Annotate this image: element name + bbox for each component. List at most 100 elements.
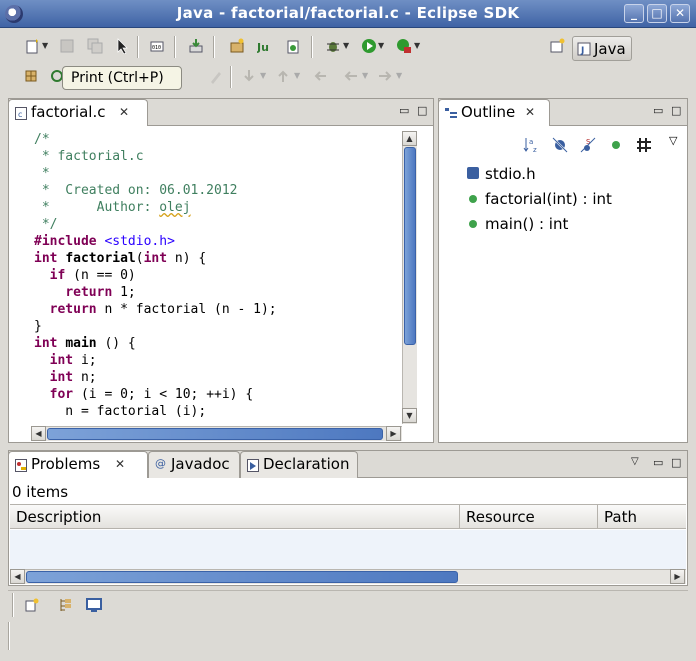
code-line[interactable]: return 1; — [34, 284, 403, 301]
code-editor[interactable]: /* * factorial.c * * Created on: 06.01.2… — [23, 131, 403, 423]
chevron-down-icon[interactable]: ▼ — [260, 71, 266, 80]
next-annotation-button[interactable] — [204, 65, 226, 87]
code-line[interactable]: int i; — [34, 352, 403, 369]
scroll-down-icon[interactable]: ▼ — [402, 408, 417, 423]
new-junit-button[interactable]: Ju — [254, 35, 276, 57]
build-button[interactable]: 010 — [146, 35, 168, 57]
new-wizard-button[interactable] — [22, 35, 44, 57]
maximize-icon[interactable]: □ — [671, 456, 681, 469]
print-button[interactable] — [112, 35, 134, 57]
new-fast-view-icon[interactable] — [24, 597, 40, 613]
column-description[interactable]: Description — [16, 508, 101, 526]
chevron-down-icon[interactable]: ▼ — [42, 41, 48, 50]
new-class-button[interactable] — [282, 35, 304, 57]
outline-tabbar: Outline ✕ ▭ □ — [438, 99, 687, 126]
code-token: int — [34, 336, 66, 351]
tab-javadoc[interactable]: @ Javadoc — [148, 451, 240, 478]
scroll-right-icon[interactable]: ▶ — [386, 426, 401, 441]
problems-horizontal-scrollbar[interactable]: ◀ ▶ — [10, 569, 686, 584]
scroll-left-icon[interactable]: ◀ — [10, 569, 25, 584]
view-menu-icon[interactable]: ▽ — [631, 456, 639, 467]
scroll-up-icon[interactable]: ▲ — [402, 131, 417, 146]
editor-vertical-scrollbar[interactable]: ▲ ▼ — [402, 131, 417, 424]
code-token: () { — [96, 336, 136, 351]
chevron-down-icon[interactable]: ▼ — [414, 41, 420, 50]
minimize-icon[interactable]: ▭ — [653, 104, 663, 117]
chevron-down-icon[interactable]: ▼ — [294, 71, 300, 80]
scroll-thumb[interactable] — [26, 571, 458, 583]
hide-local-types-icon[interactable] — [635, 136, 653, 154]
download-button[interactable] — [185, 35, 207, 57]
code-line[interactable]: return n * factorial (n - 1); — [34, 301, 403, 318]
close-icon[interactable]: ✕ — [115, 457, 125, 471]
maximize-icon[interactable]: □ — [417, 104, 427, 117]
code-token: main — [65, 336, 97, 351]
save-icon — [60, 39, 74, 53]
scroll-thumb[interactable] — [47, 428, 383, 440]
hide-fields-icon[interactable] — [551, 136, 569, 154]
code-line[interactable]: n = factorial (i); — [34, 403, 403, 420]
new-package-button[interactable] — [226, 35, 248, 57]
close-icon[interactable]: ✕ — [119, 105, 129, 119]
open-type-button[interactable] — [20, 65, 42, 87]
forward-button[interactable] — [374, 65, 396, 87]
code-line[interactable]: } — [34, 318, 403, 335]
tab-problems[interactable]: Problems ✕ — [8, 451, 148, 478]
save-button[interactable] — [56, 35, 78, 57]
outline-item-factorial[interactable]: factorial(int) : int — [469, 190, 612, 208]
maximize-icon[interactable]: □ — [671, 104, 681, 117]
code-line[interactable]: * Created on: 06.01.2012 — [34, 182, 403, 199]
chevron-down-icon[interactable]: ▼ — [362, 71, 368, 80]
code-line[interactable]: for (i = 0; i < 10; ++i) { — [34, 386, 403, 403]
hierarchy-icon[interactable] — [58, 597, 74, 613]
scroll-left-icon[interactable]: ◀ — [31, 426, 46, 441]
console-icon[interactable] — [86, 597, 102, 613]
java-perspective-icon: J — [577, 42, 591, 56]
code-line[interactable]: int n; — [34, 369, 403, 386]
maximize-window-button[interactable]: □ — [647, 4, 667, 23]
code-line[interactable]: * Author: olej — [34, 199, 403, 216]
chevron-down-icon[interactable]: ▼ — [343, 41, 349, 50]
run-button[interactable] — [358, 35, 380, 57]
hide-non-public-icon[interactable] — [607, 136, 625, 154]
outline-item-stdio[interactable]: stdio.h — [467, 165, 536, 183]
next-annotation-down-button[interactable] — [238, 65, 260, 87]
save-all-button[interactable] — [84, 35, 106, 57]
code-line[interactable]: #include <stdio.h> — [34, 233, 403, 250]
tab-factorial-c[interactable]: c factorial.c ✕ — [8, 99, 148, 126]
sort-icon[interactable]: az — [523, 136, 541, 154]
hide-static-icon[interactable]: S — [579, 136, 597, 154]
scroll-right-icon[interactable]: ▶ — [670, 569, 685, 584]
code-token: /* — [34, 132, 50, 147]
back-button[interactable] — [340, 65, 362, 87]
editor-horizontal-scrollbar[interactable]: ◀ ▶ — [31, 426, 402, 441]
java-perspective-button[interactable]: J Java — [572, 36, 632, 61]
debug-button[interactable] — [322, 35, 344, 57]
chevron-down-icon[interactable]: ▼ — [378, 41, 384, 50]
previous-annotation-button[interactable] — [272, 65, 294, 87]
close-icon[interactable]: ✕ — [525, 105, 535, 119]
chevron-down-icon[interactable]: ▼ — [396, 71, 402, 80]
minimize-window-button[interactable]: _ — [624, 4, 644, 23]
last-edit-button[interactable] — [310, 65, 332, 87]
view-menu-icon[interactable]: ▽ — [669, 134, 677, 147]
code-line[interactable]: */ — [34, 216, 403, 233]
code-line[interactable]: int main () { — [34, 335, 403, 352]
code-line[interactable]: /* — [34, 131, 403, 148]
code-line[interactable]: int factorial(int n) { — [34, 250, 403, 267]
column-path[interactable]: Path — [604, 508, 637, 526]
tab-declaration[interactable]: Declaration — [240, 451, 358, 478]
close-window-button[interactable]: ✕ — [670, 4, 690, 23]
minimize-icon[interactable]: ▭ — [653, 456, 663, 469]
scroll-thumb[interactable] — [404, 147, 416, 345]
code-line[interactable]: * — [34, 165, 403, 182]
code-line[interactable]: if (n == 0) — [34, 267, 403, 284]
minimize-icon[interactable]: ▭ — [399, 104, 409, 117]
external-tools-button[interactable] — [393, 35, 415, 57]
column-resource[interactable]: Resource — [466, 508, 535, 526]
outline-item-main[interactable]: main() : int — [469, 215, 568, 233]
code-line[interactable]: * factorial.c — [34, 148, 403, 165]
tab-outline[interactable]: Outline ✕ — [438, 99, 550, 126]
code-token: ( — [135, 251, 144, 266]
open-perspective-button[interactable] — [546, 35, 568, 57]
